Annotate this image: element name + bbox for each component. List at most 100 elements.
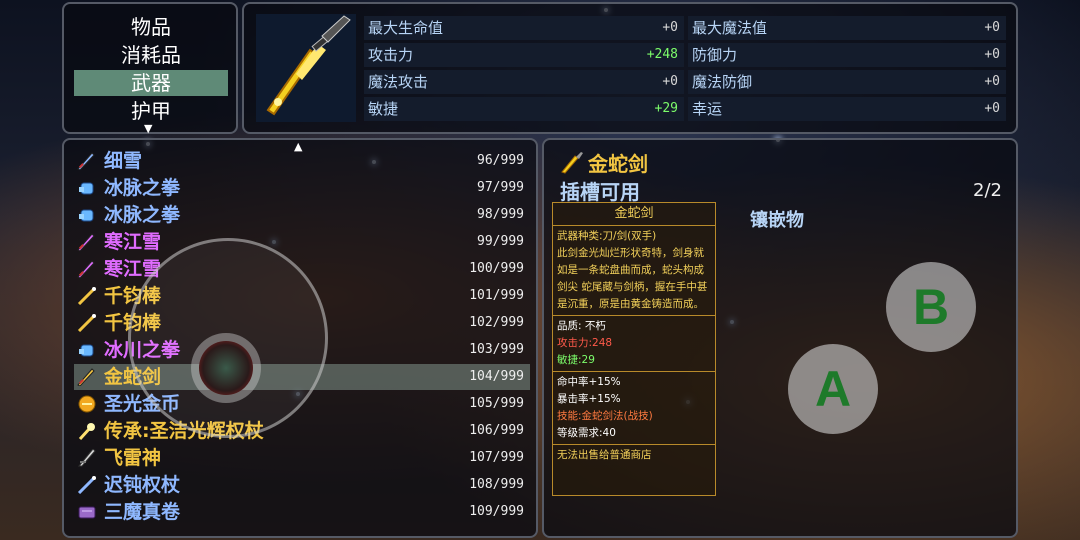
item-name: 飞雷神 <box>104 447 162 469</box>
sell-note-text: 无法出售给普通商店 <box>557 449 652 461</box>
stat-value: +29 <box>654 101 678 116</box>
stat-value: +248 <box>646 47 678 62</box>
slot-available-label: 插槽可用 <box>560 180 640 204</box>
item-row[interactable]: 传承:圣洁光辉权杖 106/999 <box>74 418 530 444</box>
stat-label: 幸运 <box>692 100 723 118</box>
item-count: 108/999 <box>469 477 524 492</box>
a-button[interactable]: A <box>788 344 878 434</box>
detail-title: 金蛇剑 <box>588 152 648 176</box>
b-button[interactable]: B <box>886 262 976 352</box>
item-row[interactable]: 迟钝权杖 108/999 <box>74 472 530 498</box>
category-item-armor[interactable]: 护甲 <box>74 98 228 124</box>
item-count: 109/999 <box>469 504 524 519</box>
coin-icon <box>76 395 98 413</box>
gauntlet-icon <box>76 206 98 224</box>
item-count: 106/999 <box>469 423 524 438</box>
golden-snake-sword-icon <box>266 15 351 116</box>
stats-section: 品质: 不朽 攻击力:248 敏捷:29 <box>553 316 715 372</box>
stat-label: 魔法防御 <box>692 73 753 91</box>
item-name: 迟钝权杖 <box>104 474 181 496</box>
stats-panel: 最大生命值 +0 最大魔法值 +0 攻击力 +248 防御力 +0 魔法攻击 +… <box>242 2 1018 134</box>
attack-text: 攻击力:248 <box>557 337 613 349</box>
scepter-icon <box>76 422 98 441</box>
inlay-label[interactable]: 镶嵌物 <box>750 206 804 232</box>
stat-label: 魔法攻击 <box>368 73 429 91</box>
stat-label: 最大魔法值 <box>692 19 768 37</box>
item-row[interactable]: 冰脉之拳 98/999 <box>74 202 530 228</box>
description-name: 金蛇剑 <box>553 203 715 226</box>
sword-icon <box>76 368 98 387</box>
item-row[interactable]: 寒江雪 99/999 <box>74 229 530 255</box>
category-item-weapons[interactable]: 武器 <box>74 70 228 96</box>
golden-snake-sword-icon <box>561 152 583 174</box>
item-count: 103/999 <box>469 342 524 357</box>
item-count: 97/999 <box>477 180 524 195</box>
item-count: 99/999 <box>477 234 524 249</box>
description-section: 武器种类:刀/剑(双手) 此剑金光灿烂形状奇特，剑身就如是一条蛇盘曲而成，蛇头构… <box>553 226 715 316</box>
stat-label: 攻击力 <box>368 46 414 64</box>
stat-row-agility: 敏捷 +29 <box>364 97 684 121</box>
crit-rate-text: 暴击率+15% <box>557 393 621 405</box>
stat-row-max-mp: 最大魔法值 +0 <box>688 16 1006 40</box>
staff-icon <box>76 286 98 306</box>
sell-note-section: 无法出售给普通商店 <box>553 445 715 466</box>
stat-value: +0 <box>984 74 1000 89</box>
stat-row-luck: 幸运 +0 <box>688 97 1006 121</box>
scroll-icon <box>76 503 98 521</box>
item-name: 冰脉之拳 <box>104 177 181 199</box>
stat-row-attack: 攻击力 +248 <box>364 43 684 67</box>
item-name: 冰脉之拳 <box>104 204 181 226</box>
skill-text: 技能:金蛇剑法(战技) <box>557 410 653 422</box>
dagger-icon <box>76 448 98 467</box>
item-count: 96/999 <box>477 153 524 168</box>
item-row[interactable]: 冰脉之拳 97/999 <box>74 175 530 201</box>
category-panel: 物品 消耗品 武器 护甲 ▼ <box>62 2 238 135</box>
item-count: 101/999 <box>469 288 524 303</box>
item-count: 102/999 <box>469 315 524 330</box>
stat-value: +0 <box>662 20 678 35</box>
item-count: 100/999 <box>469 261 524 276</box>
weapon-type: 武器种类:刀/剑(双手) <box>557 230 657 242</box>
agility-text: 敏捷:29 <box>557 354 595 366</box>
bonus-section: 命中率+15% 暴击率+15% 技能:金蛇剑法(战技) 等级需求:40 <box>553 372 715 445</box>
stat-label: 敏捷 <box>368 100 399 118</box>
item-count: 105/999 <box>469 396 524 411</box>
slot-count: 2/2 <box>973 180 1002 201</box>
sword-icon <box>76 233 98 252</box>
stat-value: +0 <box>984 20 1000 35</box>
description-text: 此剑金光灿烂形状奇特，剑身就如是一条蛇盘曲而成，蛇头构成剑尖 蛇尾藏与剑柄，握在… <box>557 247 708 310</box>
stat-row-magic-defense: 魔法防御 +0 <box>688 70 1006 94</box>
item-description-box: 金蛇剑 武器种类:刀/剑(双手) 此剑金光灿烂形状奇特，剑身就如是一条蛇盘曲而成… <box>552 202 716 496</box>
sword-icon <box>76 260 98 279</box>
item-count: 104/999 <box>469 369 524 384</box>
item-count: 98/999 <box>477 207 524 222</box>
gauntlet-icon <box>76 341 98 359</box>
category-item-consumables[interactable]: 消耗品 <box>74 42 228 68</box>
stat-label: 防御力 <box>692 46 738 64</box>
hit-rate-text: 命中率+15% <box>557 376 621 388</box>
quality-text: 品质: 不朽 <box>557 320 606 332</box>
stat-row-magic-attack: 魔法攻击 +0 <box>364 70 684 94</box>
level-requirement-text: 等级需求:40 <box>557 427 616 439</box>
stat-value: +0 <box>984 101 1000 116</box>
category-item-items[interactable]: 物品 <box>74 14 228 40</box>
joystick-knob[interactable] <box>199 341 253 395</box>
stat-label: 最大生命值 <box>368 19 444 37</box>
staff-icon <box>76 475 98 495</box>
item-row[interactable]: 三魔真卷 109/999 <box>74 499 530 525</box>
stat-row-defense: 防御力 +0 <box>688 43 1006 67</box>
stat-value: +0 <box>984 47 1000 62</box>
item-count: 107/999 <box>469 450 524 465</box>
gauntlet-icon <box>76 179 98 197</box>
scroll-down-icon[interactable]: ▼ <box>144 122 152 135</box>
staff-icon <box>76 313 98 333</box>
item-name: 细雪 <box>104 150 143 172</box>
stat-value: +0 <box>662 74 678 89</box>
item-row[interactable]: 飞雷神 107/999 <box>74 445 530 471</box>
item-name: 寒江雪 <box>104 231 162 253</box>
sword-icon <box>76 152 98 171</box>
stat-row-max-hp: 最大生命值 +0 <box>364 16 684 40</box>
weapon-preview <box>256 14 356 122</box>
item-name: 三魔真卷 <box>104 501 181 523</box>
item-row[interactable]: 细雪 96/999 <box>74 148 530 174</box>
